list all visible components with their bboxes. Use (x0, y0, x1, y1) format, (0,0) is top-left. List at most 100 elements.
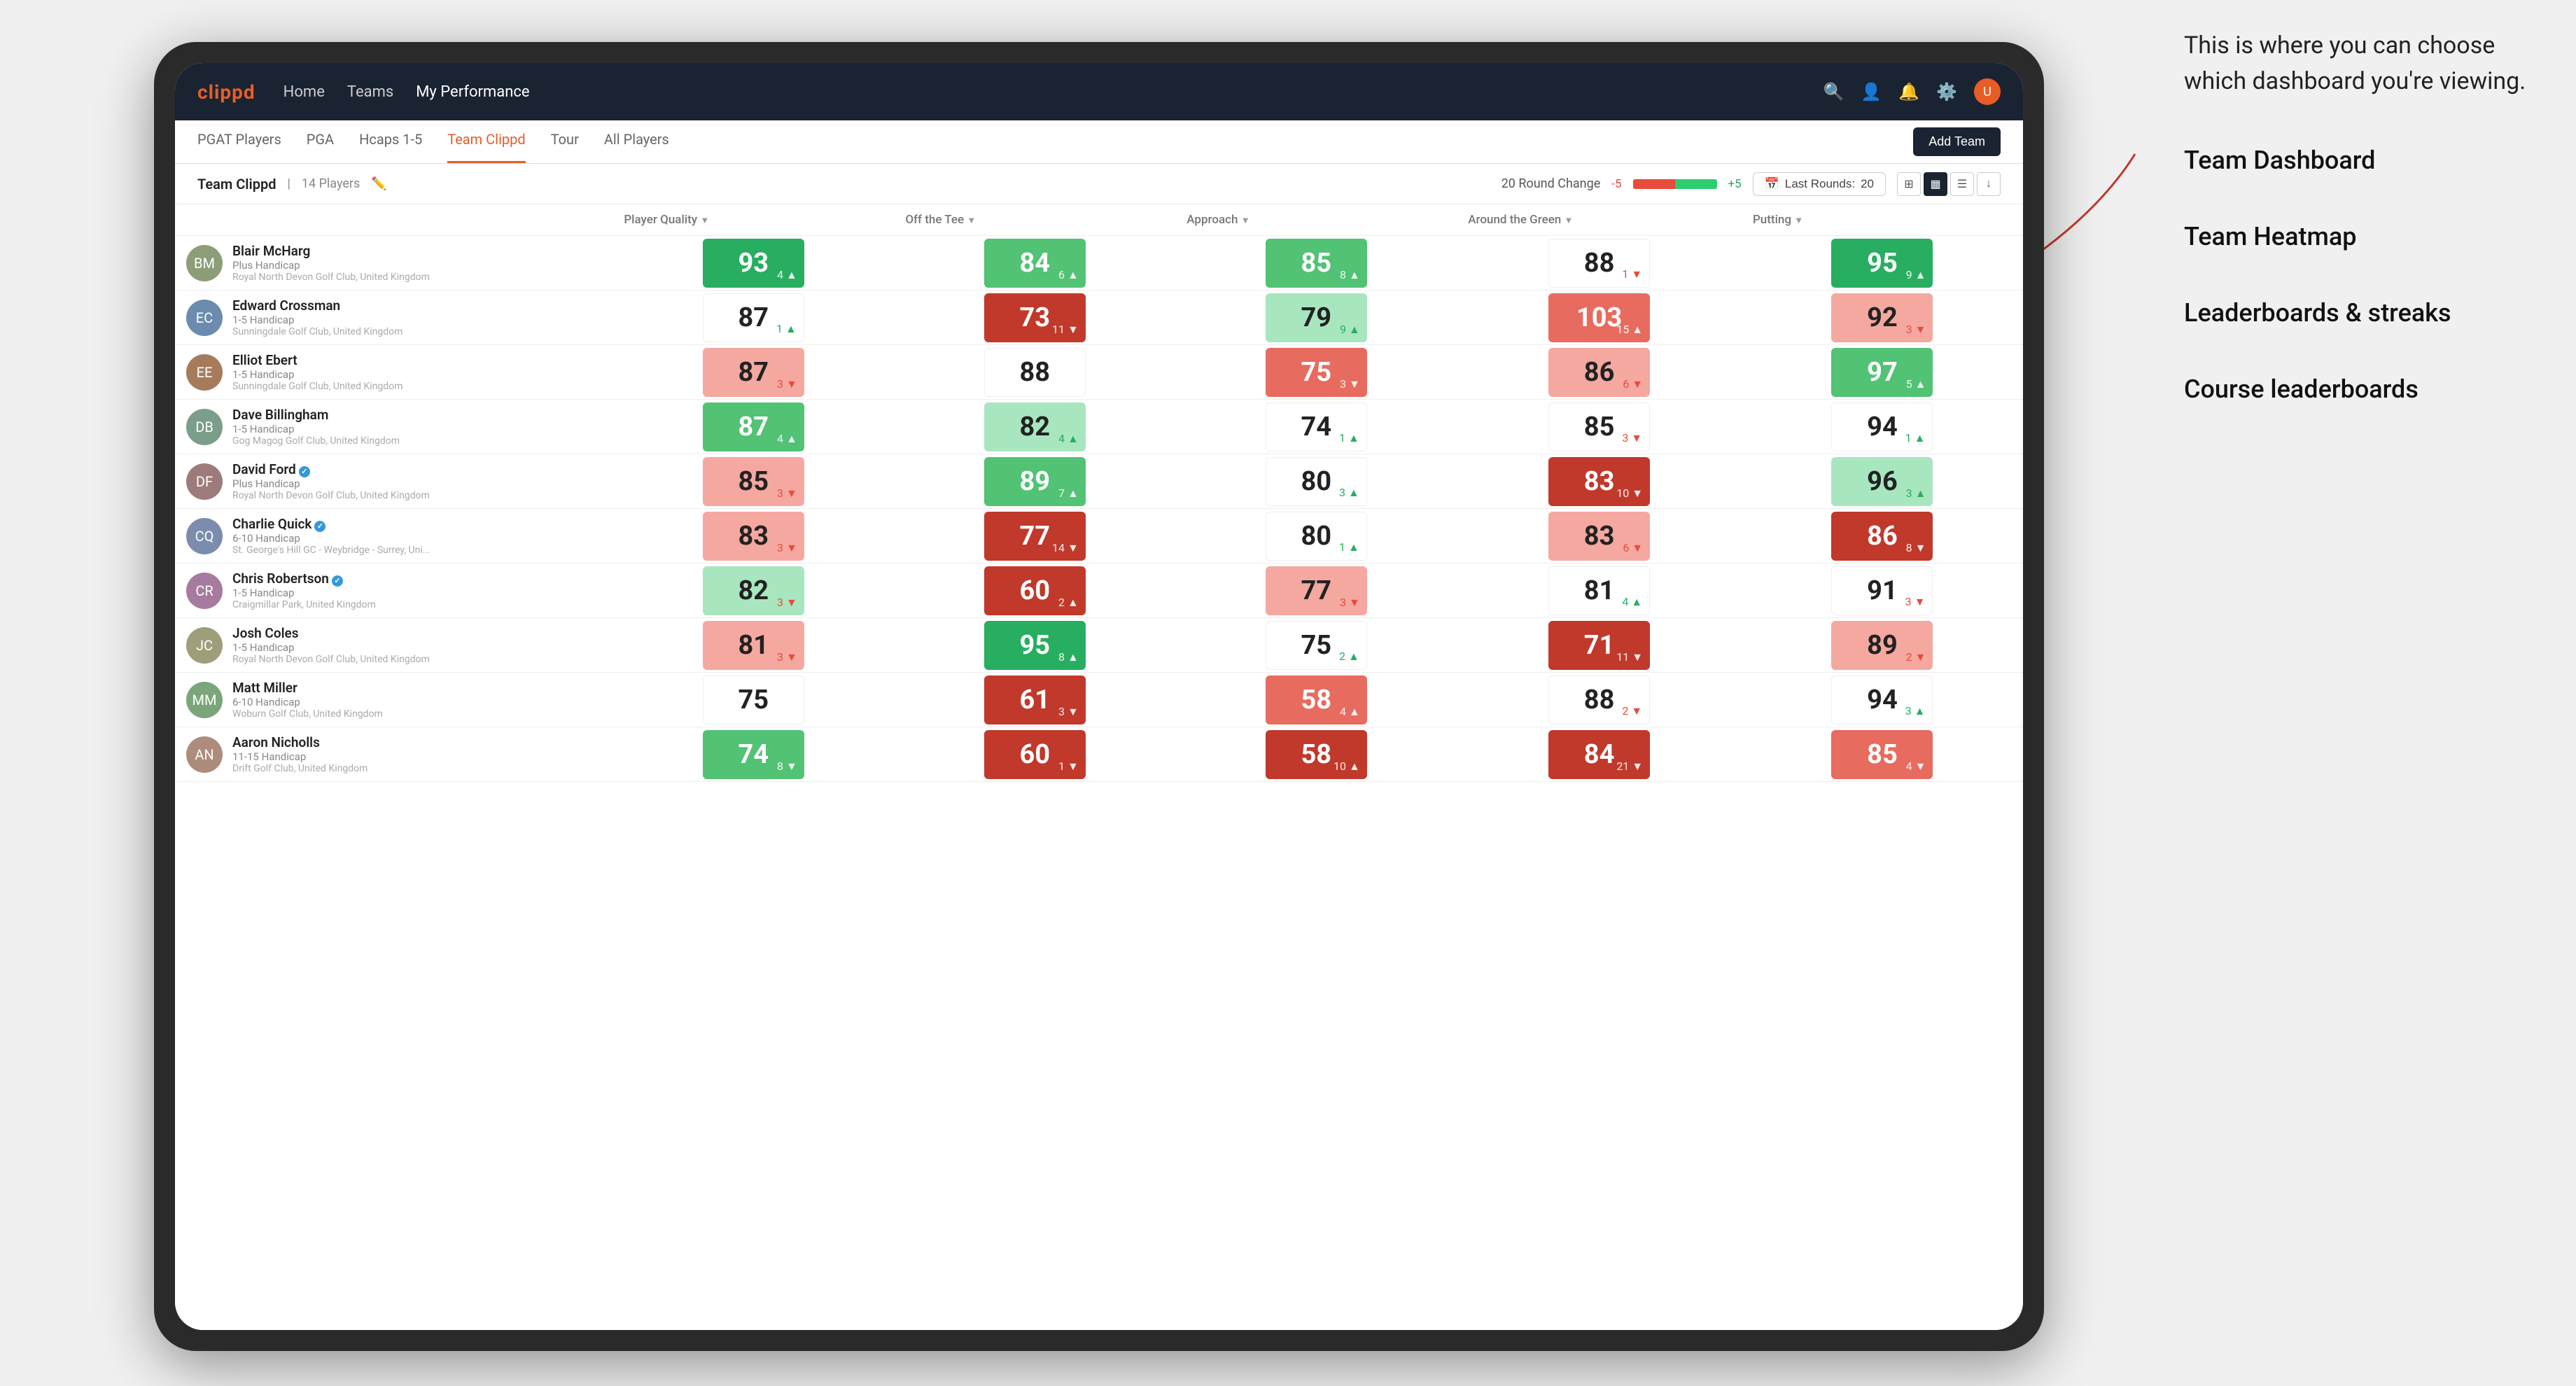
nav-link-teams[interactable]: Teams (347, 83, 393, 101)
score-cell: 943 ▲ (1742, 673, 2023, 727)
score-change: 1 ▲ (1905, 431, 1926, 445)
subtab-hcaps-1-5[interactable]: Hcaps 1-5 (359, 120, 422, 163)
score-cell: 61 3 ▼ (894, 673, 1175, 727)
subtab-pgat-players[interactable]: PGAT Players (197, 120, 281, 163)
score-value: 71 (1584, 630, 1615, 661)
player-club: Royal North Devon Golf Club, United King… (232, 272, 430, 283)
score-cell: 773 ▼ (1175, 564, 1457, 618)
score-change: 3 ▼ (1058, 705, 1079, 719)
score-change: 8 ▲ (1340, 268, 1360, 282)
verified-icon: ✓ (332, 575, 343, 587)
player-name: David Ford✓ (232, 461, 430, 477)
player-club: Sunningdale Golf Club, United Kingdom (232, 381, 402, 392)
subtab-all-players[interactable]: All Players (604, 120, 669, 163)
score-cell: 833 ▼ (612, 509, 894, 564)
navbar: clippd HomeTeamsMy Performance 🔍 👤 🔔 ⚙️ … (175, 63, 2023, 120)
player-handicap: 1-5 Handicap (232, 587, 376, 599)
score-value: 88 (1584, 685, 1615, 715)
player-cell[interactable]: ECEdward Crossman1-5 HandicapSunningdale… (175, 290, 612, 345)
score-cell: 7111 ▼ (1457, 618, 1742, 673)
tablet-frame: clippd HomeTeamsMy Performance 🔍 👤 🔔 ⚙️ … (154, 42, 2044, 1351)
score-value: 86 (1867, 521, 1898, 552)
settings-icon[interactable]: ⚙️ (1936, 82, 1957, 102)
edit-icon[interactable]: ✏️ (371, 176, 386, 191)
player-cell[interactable]: CQCharlie Quick✓6-10 HandicapSt. George'… (175, 509, 612, 564)
score-change: 7 ▲ (1058, 486, 1079, 500)
col-header-putting[interactable]: Putting ▼ (1742, 204, 2023, 236)
player-cell[interactable]: ANAaron Nicholls11-15 HandicapDrift Golf… (175, 727, 612, 782)
score-cell: 824 ▲ (894, 400, 1175, 454)
nav-link-my-performance[interactable]: My Performance (416, 83, 529, 101)
player-cell[interactable]: BMBlair McHargPlus HandicapRoyal North D… (175, 236, 612, 290)
player-name: Aaron Nicholls (232, 734, 368, 750)
score-value: 61 (1019, 685, 1050, 715)
score-cell: 75 (612, 673, 894, 727)
player-cell[interactable]: DBDave Billingham1-5 HandicapGog Magog G… (175, 400, 612, 454)
search-icon[interactable]: 🔍 (1823, 82, 1844, 102)
score-cell: 7311 ▼ (894, 290, 1175, 345)
player-handicap: 1-5 Handicap (232, 423, 400, 435)
score-change: 10 ▲ (1334, 760, 1360, 774)
score-value: 83 (738, 521, 769, 552)
player-cell[interactable]: EEElliot Ebert1-5 HandicapSunningdale Go… (175, 345, 612, 400)
nav-link-home[interactable]: Home (284, 83, 325, 101)
col-header-tee[interactable]: Off the Tee ▼ (894, 204, 1175, 236)
subtab-pga[interactable]: PGA (307, 120, 334, 163)
score-change: 4 ▲ (777, 268, 797, 282)
list-view-button[interactable]: ☰ (1950, 172, 1974, 196)
score-value: 74 (738, 739, 769, 770)
score-value: 82 (738, 575, 769, 606)
player-club: Royal North Devon Golf Club, United King… (232, 654, 430, 665)
player-cell[interactable]: CRChris Robertson✓1-5 HandicapCraigmilla… (175, 564, 612, 618)
user-avatar[interactable]: U (1974, 78, 2001, 105)
score-cell: 601 ▼ (894, 727, 1175, 782)
subtabs: PGAT Players PGA Hcaps 1-5 Team Clippd Tour A… (175, 120, 2023, 164)
profile-icon[interactable]: 👤 (1861, 82, 1882, 102)
col-header-approach[interactable]: Approach ▼ (1175, 204, 1457, 236)
player-cell[interactable]: DFDavid Ford✓Plus HandicapRoyal North De… (175, 454, 612, 509)
player-club: Gog Magog Golf Club, United Kingdom (232, 435, 400, 447)
player-club: Drift Golf Club, United Kingdom (232, 763, 368, 774)
score-change: 11 ▼ (1052, 323, 1079, 337)
player-handicap: 11-15 Handicap (232, 750, 368, 763)
score-change: 8 ▼ (777, 760, 797, 774)
table-row: ECEdward Crossman1-5 HandicapSunningdale… (175, 290, 2023, 345)
heatmap-view-button[interactable]: ▦ (1924, 172, 1947, 196)
player-name: Blair McHarg (232, 243, 430, 259)
score-cell: 975 ▲ (1742, 345, 2023, 400)
export-button[interactable]: ↓ (1977, 172, 2001, 196)
score-change: 3 ▼ (1340, 596, 1360, 610)
score-value: 86 (1584, 357, 1615, 388)
grid-view-button[interactable]: ⊞ (1897, 172, 1921, 196)
score-change: 11 ▼ (1616, 650, 1643, 664)
score-change: 15 ▲ (1616, 323, 1643, 337)
score-cell: 853 ▼ (612, 454, 894, 509)
tablet-screen: clippd HomeTeamsMy Performance 🔍 👤 🔔 ⚙️ … (175, 63, 2023, 1330)
avatar: BM (186, 245, 223, 281)
score-cell: 584 ▲ (1175, 673, 1457, 727)
score-value: 91 (1867, 575, 1898, 606)
score-cell: 799 ▲ (1175, 290, 1457, 345)
avatar: CR (186, 573, 223, 609)
score-change: 1 ▼ (1622, 267, 1642, 281)
bell-icon[interactable]: 🔔 (1898, 82, 1919, 102)
score-value: 80 (1301, 521, 1331, 552)
player-cell[interactable]: JCJosh Coles1-5 HandicapRoyal North Devo… (175, 618, 612, 673)
score-cell: 7714 ▼ (894, 509, 1175, 564)
annotation-area: This is where you can choose which dashb… (2184, 28, 2534, 447)
score-change: 3 ▼ (777, 596, 797, 610)
score-value: 75 (1301, 630, 1331, 661)
score-value: 96 (1867, 466, 1898, 497)
col-header-around[interactable]: Around the Green ▼ (1457, 204, 1742, 236)
subtab-team-clippd[interactable]: Team Clippd (447, 120, 525, 163)
add-team-button[interactable]: Add Team (1913, 127, 2001, 156)
score-cell: 801 ▲ (1175, 509, 1457, 564)
avatar: DF (186, 463, 223, 500)
player-cell[interactable]: MMMatt Miller6-10 HandicapWoburn Golf Cl… (175, 673, 612, 727)
last-rounds-button[interactable]: 📅 Last Rounds: 20 (1753, 172, 1886, 196)
score-cell: 958 ▲ (894, 618, 1175, 673)
subtab-tour[interactable]: Tour (551, 120, 579, 163)
player-name: Matt Miller (232, 680, 383, 696)
col-header-pq[interactable]: Player Quality ▼ (612, 204, 894, 236)
data-table: Player Quality ▼ Off the Tee ▼ Approach … (175, 204, 2023, 782)
